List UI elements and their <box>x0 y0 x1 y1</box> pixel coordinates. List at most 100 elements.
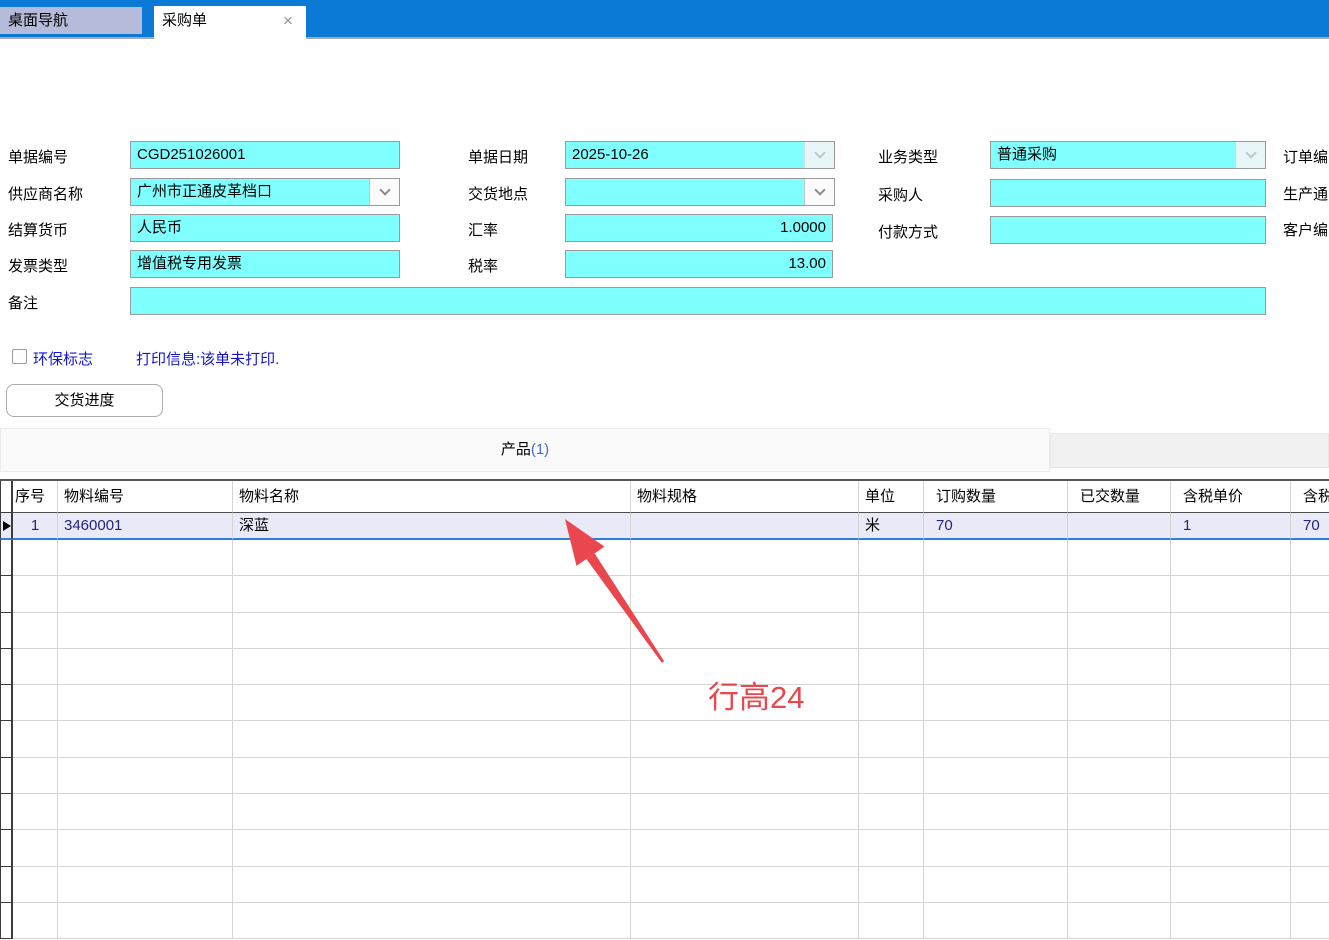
empty-cell <box>1068 649 1171 685</box>
supplier-value: 广州市正通皮革档口 <box>131 179 369 205</box>
cell-seq[interactable]: 1 <box>13 513 58 540</box>
empty-cell <box>1171 540 1291 576</box>
chevron-down-icon <box>814 147 825 158</box>
tab-products[interactable]: 产品(1) <box>0 428 1050 472</box>
col-header-tax-price[interactable]: 含税单价 <box>1171 481 1291 513</box>
delivery-place-dropdown-button[interactable] <box>804 179 834 205</box>
empty-cell <box>859 830 924 866</box>
close-icon[interactable]: × <box>278 6 298 36</box>
supplier-dropdown-button[interactable] <box>369 179 399 205</box>
invoice-type-input[interactable]: 增值税专用发票 <box>130 250 400 278</box>
empty-cell <box>859 867 924 903</box>
empty-cell <box>58 867 233 903</box>
delivery-progress-button[interactable]: 交货进度 <box>6 384 163 417</box>
doc-no-input[interactable]: CGD251026001 <box>130 141 400 169</box>
empty-grid-row[interactable] <box>0 830 1329 866</box>
delivery-place-select[interactable] <box>565 178 835 206</box>
empty-cell <box>631 758 859 794</box>
currency-input[interactable]: 人民币 <box>130 214 400 242</box>
empty-cell <box>1171 830 1291 866</box>
cell-delivered-qty[interactable] <box>1068 513 1171 540</box>
col-header-material-code[interactable]: 物料编号 <box>58 481 233 513</box>
empty-cell <box>58 721 233 757</box>
biz-type-label: 业务类型 <box>878 148 938 168</box>
row-selector-cell <box>0 867 13 903</box>
empty-cell <box>924 613 1068 649</box>
empty-cell <box>233 794 631 830</box>
empty-cell <box>1291 685 1329 721</box>
empty-cell <box>1068 867 1171 903</box>
empty-cell <box>1171 721 1291 757</box>
cell-material-code[interactable]: 3460001 <box>58 513 233 540</box>
empty-cell <box>924 903 1068 939</box>
tab-label: 桌面导航 <box>8 12 68 29</box>
customer-no-label: 客户编 <box>1283 221 1328 241</box>
empty-cell <box>924 649 1068 685</box>
empty-cell <box>1171 758 1291 794</box>
remark-input[interactable] <box>130 287 1266 315</box>
row-selector-cell <box>0 903 13 939</box>
biz-type-dropdown-button[interactable] <box>1235 142 1265 168</box>
empty-cell <box>1171 649 1291 685</box>
supplier-select[interactable]: 广州市正通皮革档口 <box>130 178 400 206</box>
doc-date-select[interactable]: 2025-10-26 <box>565 141 835 169</box>
empty-cell <box>1291 576 1329 612</box>
empty-cell <box>1171 685 1291 721</box>
exchange-rate-input[interactable]: 1.0000 <box>565 214 833 242</box>
empty-grid-row[interactable] <box>0 903 1329 939</box>
empty-cell <box>924 576 1068 612</box>
eco-flag-label: 环保标志 <box>33 348 93 369</box>
empty-cell <box>924 685 1068 721</box>
prod-notice-label: 生产通 <box>1283 185 1328 205</box>
empty-cell <box>1291 830 1329 866</box>
col-header-tax-amount[interactable]: 含税 <box>1291 481 1329 513</box>
purchaser-label: 采购人 <box>878 186 923 206</box>
empty-cell <box>58 540 233 576</box>
purchaser-input[interactable] <box>990 179 1266 207</box>
empty-cell <box>233 758 631 794</box>
empty-grid-row[interactable] <box>0 794 1329 830</box>
empty-grid-row[interactable] <box>0 867 1329 903</box>
tab-purchase-order[interactable]: 采购单 × <box>154 6 306 39</box>
empty-cell <box>924 830 1068 866</box>
cell-order-qty[interactable]: 70 <box>924 513 1068 540</box>
empty-cell <box>1068 540 1171 576</box>
tax-rate-label: 税率 <box>468 257 498 277</box>
chevron-down-icon <box>1245 147 1256 158</box>
delivery-place-label: 交货地点 <box>468 185 528 205</box>
cell-tax-amount[interactable]: 70 <box>1291 513 1329 540</box>
currency-label: 结算货币 <box>8 221 68 241</box>
empty-cell <box>58 758 233 794</box>
col-header-delivered-qty[interactable]: 已交数量 <box>1068 481 1171 513</box>
chevron-down-icon <box>379 184 390 195</box>
empty-grid-row[interactable] <box>0 758 1329 794</box>
tab-desktop-navigation[interactable]: 桌面导航 <box>0 7 142 34</box>
empty-cell <box>1068 613 1171 649</box>
doc-date-dropdown-button[interactable] <box>804 142 834 168</box>
print-info-text: 打印信息:该单未打印. <box>136 348 279 369</box>
empty-cell <box>859 794 924 830</box>
tab-products-count: (1) <box>531 441 549 458</box>
empty-cell <box>859 903 924 939</box>
doc-date-value: 2025-10-26 <box>566 142 804 168</box>
empty-cell <box>58 613 233 649</box>
biz-type-select[interactable]: 普通采购 <box>990 141 1266 169</box>
row-selector-cell[interactable] <box>0 513 13 540</box>
tax-rate-input[interactable]: 13.00 <box>565 250 833 278</box>
row-selector-cell <box>0 685 13 721</box>
payment-input[interactable] <box>990 216 1266 244</box>
empty-cell <box>13 758 58 794</box>
annotation-arrow-icon <box>540 500 870 730</box>
empty-cell <box>58 685 233 721</box>
cell-tax-price[interactable]: 1 <box>1171 513 1291 540</box>
empty-cell <box>58 649 233 685</box>
empty-cell <box>233 830 631 866</box>
eco-flag-checkbox[interactable] <box>12 349 27 364</box>
empty-cell <box>631 830 859 866</box>
col-header-seq[interactable]: 序号 <box>13 481 58 513</box>
empty-cell <box>1068 721 1171 757</box>
doc-no-label: 单据编号 <box>8 148 68 168</box>
row-selector-cell <box>0 830 13 866</box>
col-header-order-qty[interactable]: 订购数量 <box>924 481 1068 513</box>
order-no-label: 订单编 <box>1283 148 1328 168</box>
